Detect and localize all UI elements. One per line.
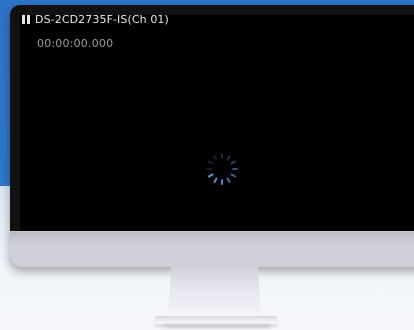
monitor-stand-neck [168, 267, 261, 321]
monitor-chin [10, 231, 414, 267]
video-header: DS-2CD2735F-IS(Ch 01) [22, 13, 169, 26]
device-mockup-stage: DS-2CD2735F-IS(Ch 01) 00:00:00.000 [0, 0, 414, 330]
spinner-icon [206, 153, 238, 185]
pause-icon[interactable] [22, 15, 31, 24]
camera-title: DS-2CD2735F-IS(Ch 01) [35, 13, 169, 26]
stand-shadow [163, 323, 271, 329]
video-timestamp: 00:00:00.000 [37, 37, 114, 50]
